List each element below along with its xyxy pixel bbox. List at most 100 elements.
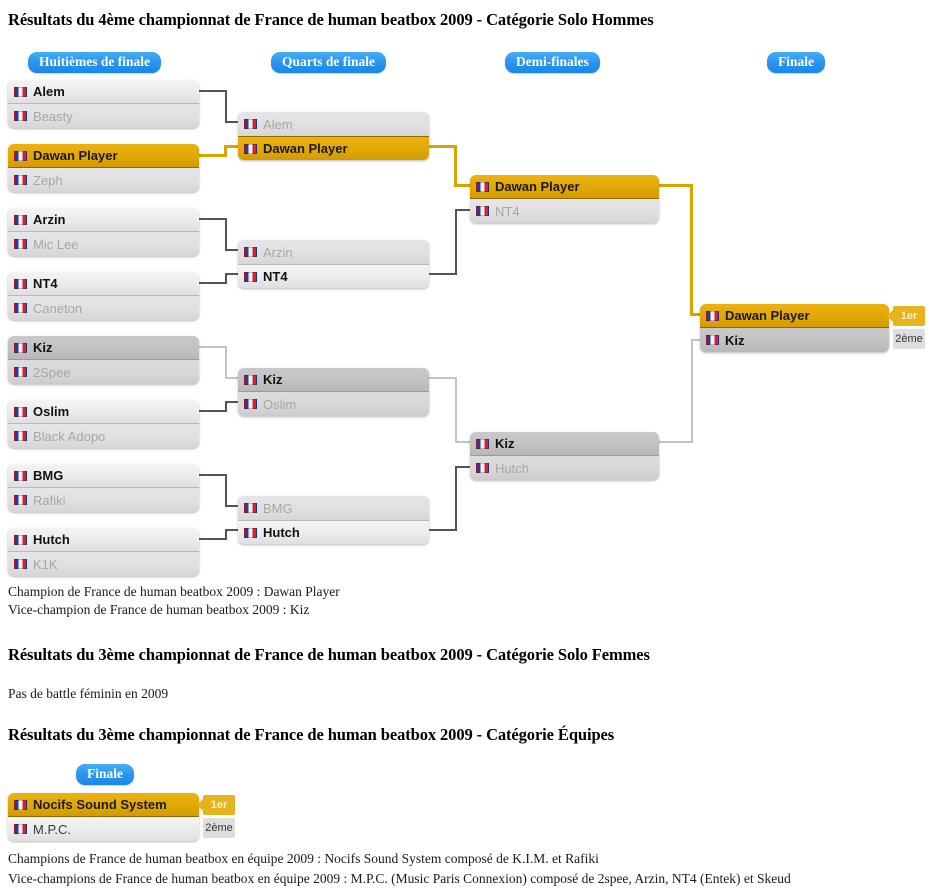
match-box[interactable]: Dawan Player Zeph xyxy=(8,144,199,192)
match-box[interactable]: Alem Dawan Player xyxy=(238,112,429,160)
match-slot[interactable]: Kiz xyxy=(470,432,659,456)
match-slot[interactable]: NT4 xyxy=(470,199,659,223)
page-title-equipes: Résultats du 3ème championnat de France … xyxy=(8,725,615,744)
match-slot[interactable]: Caneton xyxy=(8,296,199,320)
connector-line xyxy=(225,474,227,507)
match-slot[interactable]: Dawan Player xyxy=(470,175,659,199)
match-slot[interactable]: Oslim xyxy=(238,392,429,416)
match-box[interactable]: Kiz Hutch xyxy=(470,432,659,480)
match-slot[interactable]: Arzin xyxy=(238,240,429,264)
connector-line xyxy=(199,410,227,412)
france-flag-icon xyxy=(14,406,27,417)
match-box[interactable]: Oslim Black Adopo xyxy=(8,400,199,448)
match-box[interactable]: Alem Beasty xyxy=(8,80,199,128)
match-slot[interactable]: Hutch xyxy=(8,528,199,552)
france-flag-icon xyxy=(14,175,27,185)
france-flag-icon xyxy=(14,559,27,569)
connector-line xyxy=(225,529,239,531)
match-box[interactable]: NT4 Caneton xyxy=(8,272,199,320)
rank-badge-second-team: 2ème xyxy=(203,818,235,838)
france-flag-icon xyxy=(244,143,257,154)
match-slot[interactable]: Hutch xyxy=(238,520,429,544)
competitor-name: BMG xyxy=(263,500,293,516)
match-slot[interactable]: 2Spee xyxy=(8,360,199,384)
round-header-round-of-16: Huitièmes de finale xyxy=(28,52,161,74)
round-header-semi-finals: Demi-finales xyxy=(505,52,600,74)
connector-line-silver xyxy=(455,377,457,442)
match-slot[interactable]: Zeph xyxy=(8,168,199,192)
connector-line-gold xyxy=(199,154,227,157)
match-slot[interactable]: BMG xyxy=(238,496,429,520)
competitor-name: Kiz xyxy=(725,332,745,348)
match-slot[interactable]: Alem xyxy=(8,80,199,104)
competitor-name: Kiz xyxy=(33,340,53,355)
competitor-name: Arzin xyxy=(33,212,66,227)
match-slot[interactable]: Alem xyxy=(238,112,429,136)
france-flag-icon xyxy=(706,335,719,345)
connector-line-silver xyxy=(691,339,693,443)
france-flag-icon xyxy=(14,278,27,289)
match-slot[interactable]: Kiz xyxy=(238,368,429,392)
france-flag-icon xyxy=(14,470,27,481)
match-slot[interactable]: M.P.C. xyxy=(8,817,199,841)
match-box[interactable]: Arzin NT4 xyxy=(238,240,429,288)
connector-line xyxy=(455,466,457,531)
match-slot[interactable]: Beasty xyxy=(8,104,199,128)
connector-line xyxy=(225,273,239,275)
match-slot[interactable]: BMG xyxy=(8,464,199,488)
connector-line-silver xyxy=(429,377,457,379)
connector-line-gold xyxy=(429,145,457,148)
match-slot[interactable]: Dawan Player xyxy=(238,136,429,160)
match-slot[interactable]: Hutch xyxy=(470,456,659,480)
match-slot[interactable]: K1K xyxy=(8,552,199,576)
competitor-name: Oslim xyxy=(33,404,70,419)
match-box-team-final[interactable]: Nocifs Sound System M.P.C. xyxy=(8,793,199,841)
match-box[interactable]: Arzin Mic Lee xyxy=(8,208,199,256)
match-box[interactable]: Kiz 2Spee xyxy=(8,336,199,384)
round-header-final: Finale xyxy=(767,52,825,74)
france-flag-icon xyxy=(14,214,27,225)
connector-line xyxy=(225,218,227,251)
match-slot[interactable]: Kiz xyxy=(700,328,889,352)
connector-line xyxy=(225,90,227,123)
france-flag-icon xyxy=(244,271,257,282)
match-box[interactable]: Hutch K1K xyxy=(8,528,199,576)
match-slot[interactable]: Arzin xyxy=(8,208,199,232)
match-slot[interactable]: Dawan Player xyxy=(700,304,889,328)
match-slot[interactable]: NT4 xyxy=(8,272,199,296)
match-box[interactable]: Dawan Player NT4 xyxy=(470,175,659,223)
france-flag-icon xyxy=(244,374,257,385)
match-slot[interactable]: Kiz xyxy=(8,336,199,360)
france-flag-icon xyxy=(14,534,27,545)
connector-line xyxy=(199,474,227,476)
rank-badge-first: 1er xyxy=(887,306,925,326)
france-flag-icon xyxy=(14,495,27,505)
connector-line-silver xyxy=(199,346,227,348)
competitor-name: Caneton xyxy=(33,300,83,316)
solo-femmes-note: Pas de battle féminin en 2009 xyxy=(8,686,169,701)
page-title-solo-hommes: Résultats du 4ème championnat de France … xyxy=(8,10,654,29)
match-slot[interactable]: Dawan Player xyxy=(8,144,199,168)
competitor-name: Alem xyxy=(263,116,293,132)
connector-line xyxy=(199,282,227,284)
match-box[interactable]: Kiz Oslim xyxy=(238,368,429,416)
team-vice-champion-caption: Vice-champions de France de human beatbo… xyxy=(8,871,791,886)
match-slot[interactable]: Black Adopo xyxy=(8,424,199,448)
match-slot[interactable]: Oslim xyxy=(8,400,199,424)
match-slot[interactable]: NT4 xyxy=(238,264,429,288)
competitor-name: Zeph xyxy=(33,172,63,188)
match-slot[interactable]: Rafiki xyxy=(8,488,199,512)
connector-line xyxy=(429,273,457,275)
match-box[interactable]: BMG Rafiki xyxy=(8,464,199,512)
match-box[interactable]: BMG Hutch xyxy=(238,496,429,544)
connector-line-silver xyxy=(455,441,471,443)
france-flag-icon xyxy=(476,438,489,449)
match-box-final[interactable]: Dawan Player Kiz xyxy=(700,304,889,352)
competitor-name: K1K xyxy=(33,556,58,572)
france-flag-icon xyxy=(244,119,257,129)
match-slot[interactable]: Nocifs Sound System xyxy=(8,793,199,817)
connector-line xyxy=(199,90,227,92)
match-slot[interactable]: Mic Lee xyxy=(8,232,199,256)
france-flag-icon xyxy=(244,247,257,257)
competitor-name: Kiz xyxy=(263,372,283,387)
